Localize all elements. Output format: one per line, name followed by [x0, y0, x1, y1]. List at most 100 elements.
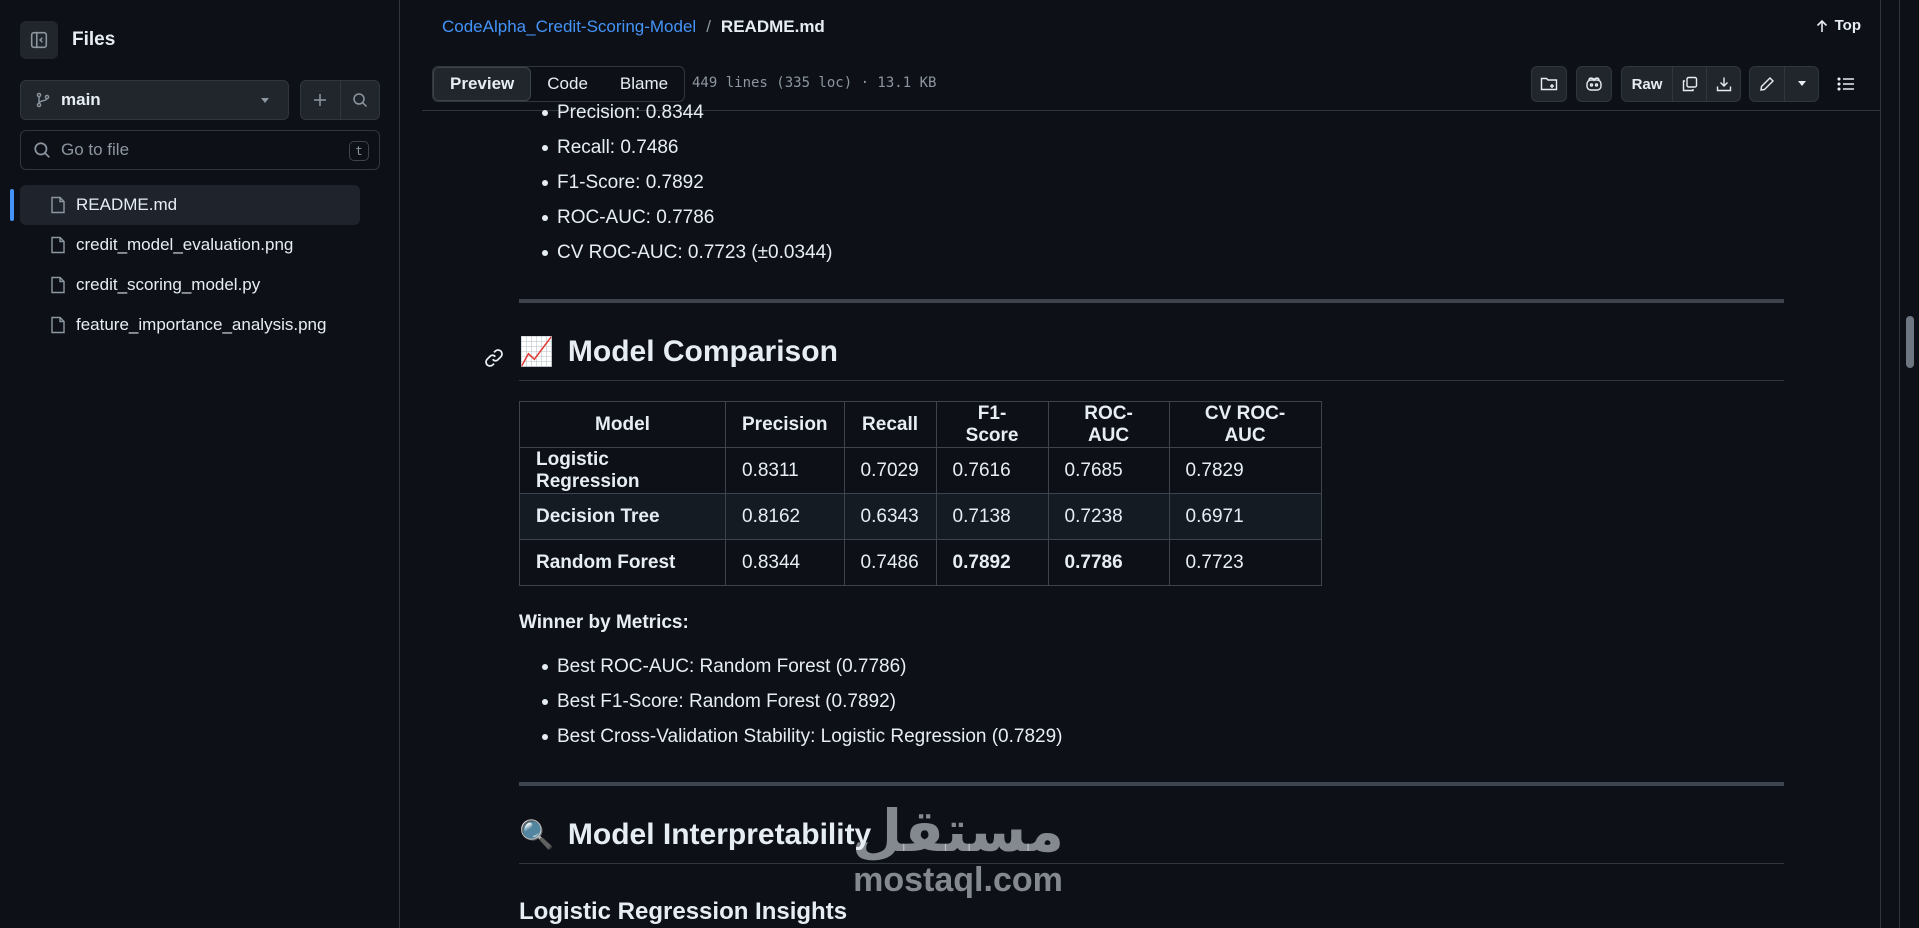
search-files-button[interactable]: [339, 81, 380, 119]
link-icon: [485, 349, 503, 367]
sidebar-actions: [300, 80, 380, 120]
plus-icon: [314, 94, 327, 106]
outline-button[interactable]: [1828, 66, 1864, 102]
table-row: Random Forest 0.8344 0.7486 0.7892 0.778…: [519, 539, 1322, 586]
edit-options-dropdown[interactable]: [1784, 67, 1818, 101]
list-item: Recall: 0.7486: [519, 130, 1784, 165]
readme-content: Precision: 0.8344 Recall: 0.7486 F1-Scor…: [485, 102, 1784, 926]
list-item: CV ROC-AUC: 0.7723 (±0.0344): [519, 235, 1784, 270]
heading-text: Model Interpretability: [567, 817, 872, 851]
watermark-latin: mostaql.com: [853, 861, 1063, 899]
raw-label: Raw: [1631, 75, 1663, 93]
chevron-down-icon: [1797, 81, 1806, 86]
table-cell: 0.7829: [1168, 447, 1322, 494]
branch-name: main: [61, 90, 101, 109]
heading-text: Model Comparison: [567, 334, 838, 368]
search-icon: [34, 142, 50, 158]
column-header: Precision: [725, 401, 845, 448]
scrollbar-track[interactable]: [1899, 0, 1919, 928]
sidebar-title: Files: [72, 29, 116, 50]
back-to-top-label: Top: [1834, 17, 1861, 34]
table-cell: 0.8162: [725, 493, 845, 540]
model-comparison-table: Model Precision Recall F1-Score ROC-AUC …: [519, 401, 1322, 586]
branch-selector[interactable]: main: [20, 80, 289, 120]
table-cell: 0.7029: [843, 447, 937, 494]
column-header: F1-Score: [935, 401, 1049, 448]
table-cell: 0.7723: [1168, 539, 1322, 586]
winners-list: Best ROC-AUC: Random Forest (0.7786) Bes…: [519, 649, 1784, 754]
table-row: Logistic Regression 0.8311 0.7029 0.7616…: [519, 447, 1322, 494]
sidebar-collapse-icon: [30, 31, 48, 49]
arrow-up-icon: [1816, 19, 1827, 32]
file-meta-info: 449 lines (335 loc) · 13.1 KB: [692, 75, 937, 91]
column-header: Recall: [843, 401, 937, 448]
logistic-regression-insights-heading: Logistic Regression Insights: [519, 898, 848, 925]
search-icon: [353, 93, 367, 108]
table-cell: 0.7616: [935, 447, 1049, 494]
model-comparison-heading: 📈 Model Comparison: [485, 323, 1784, 381]
divider: [519, 299, 1784, 303]
sidebar-header: Files: [20, 20, 115, 60]
breadcrumb: CodeAlpha_Credit-Scoring-Model / README.…: [442, 17, 825, 37]
table-cell: 0.7786: [1047, 539, 1170, 586]
table-cell: Logistic Regression: [519, 447, 726, 494]
file-icon: [51, 196, 65, 214]
list-item: Best F1-Score: Random Forest (0.7892): [519, 684, 1784, 719]
folder-plus-icon: [1540, 77, 1558, 91]
breadcrumb-repo-link[interactable]: CodeAlpha_Credit-Scoring-Model: [442, 17, 696, 37]
file-item-feature-importance-analysis[interactable]: feature_importance_analysis.png: [20, 305, 360, 345]
table-cell: 0.7892: [935, 539, 1049, 586]
tab-preview[interactable]: Preview: [433, 67, 532, 101]
table-cell: 0.6343: [843, 493, 937, 540]
back-to-top-button[interactable]: Top: [1815, 17, 1861, 34]
table-cell: 0.7486: [843, 539, 937, 586]
add-file-button[interactable]: [301, 81, 340, 119]
file-item-credit-model-evaluation[interactable]: credit_model_evaluation.png: [20, 225, 360, 265]
column-header: Model: [519, 401, 726, 448]
table-cell: Random Forest: [519, 539, 726, 586]
copilot-icon: [1586, 77, 1602, 91]
table-cell: 0.8311: [725, 447, 845, 494]
chevron-down-icon: [261, 98, 269, 103]
list-item: Precision: 0.8344: [519, 95, 1784, 130]
file-tree-sidebar: Files main t README.md credit_model_eval…: [0, 0, 400, 928]
file-name: credit_model_evaluation.png: [76, 235, 294, 254]
collapse-sidebar-button[interactable]: [20, 21, 58, 59]
list-item: F1-Score: 0.7892: [519, 165, 1784, 200]
file-icon: [51, 236, 65, 254]
table-row: Decision Tree 0.8162 0.6343 0.7138 0.723…: [519, 493, 1322, 540]
model-interpretability-heading: 🔍 Model Interpretability: [519, 806, 1784, 864]
scrollbar-thumb[interactable]: [1906, 316, 1914, 368]
list-item: ROC-AUC: 0.7786: [519, 200, 1784, 235]
download-icon: [1716, 77, 1731, 92]
table-cell: 0.7238: [1047, 493, 1170, 540]
go-to-file-input[interactable]: [61, 140, 331, 160]
table-cell: 0.7138: [935, 493, 1049, 540]
file-name: README.md: [76, 195, 178, 214]
watermark: مستقل mostaql.com: [838, 800, 1078, 898]
magnifying-glass-emoji: 🔍: [519, 819, 554, 850]
table-cell: Decision Tree: [519, 493, 726, 540]
file-item-credit-scoring-model[interactable]: credit_scoring_model.py: [20, 265, 360, 305]
heading-anchor-link[interactable]: [484, 342, 504, 376]
list-item: Best Cross-Validation Stability: Logisti…: [519, 719, 1784, 754]
watermark-arabic: مستقل: [851, 797, 1065, 865]
column-header: ROC-AUC: [1047, 401, 1170, 448]
divider: [519, 782, 1784, 786]
list-item: Best ROC-AUC: Random Forest (0.7786): [519, 649, 1784, 684]
breadcrumb-separator: /: [706, 17, 711, 36]
file-icon: [51, 316, 65, 334]
file-list: README.md credit_model_evaluation.png cr…: [20, 185, 360, 345]
shortcut-key-hint: t: [349, 141, 369, 161]
file-item-readme[interactable]: README.md: [20, 185, 360, 225]
winner-label: Winner by Metrics:: [519, 612, 689, 633]
column-header: CV ROC-AUC: [1168, 401, 1322, 448]
file-icon: [51, 276, 65, 294]
content-border: [1880, 0, 1881, 928]
table-header-row: Model Precision Recall F1-Score ROC-AUC …: [519, 401, 1322, 448]
go-to-file-field[interactable]: t: [20, 130, 380, 170]
file-name: feature_importance_analysis.png: [76, 315, 327, 334]
pencil-icon: [1760, 77, 1775, 91]
table-cell: 0.7685: [1047, 447, 1170, 494]
list-unordered-icon: [1837, 77, 1854, 91]
